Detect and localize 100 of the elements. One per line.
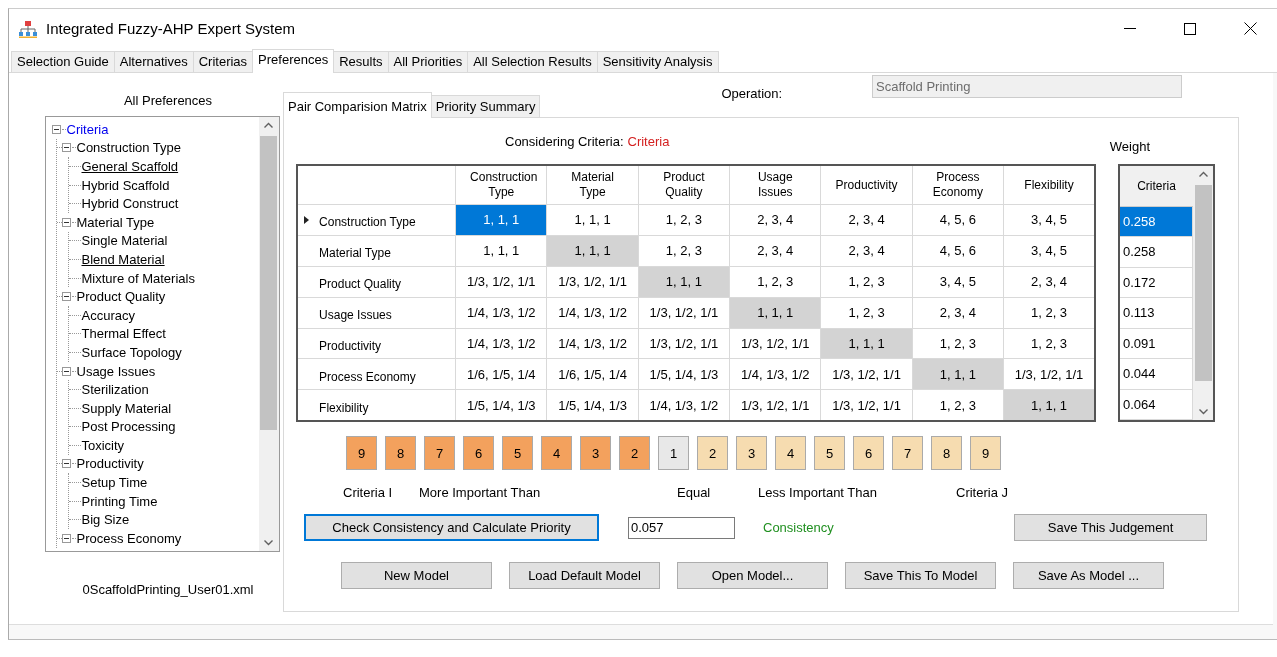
scale-button[interactable]: 1 — [658, 436, 689, 470]
matrix-cell[interactable]: 1/6, 1/5, 1/4 — [455, 359, 547, 390]
tab[interactable]: Sensitivity Analysis — [596, 51, 719, 72]
matrix-cell[interactable]: 1, 1, 1 — [455, 204, 547, 236]
tree-item[interactable]: Setup Time — [80, 475, 149, 491]
column-header[interactable]: Product Quality — [638, 165, 730, 205]
scale-button[interactable]: 6 — [463, 436, 494, 470]
tab[interactable]: All Priorities — [387, 51, 469, 72]
tree-item[interactable]: Printing Time — [80, 493, 159, 509]
matrix-cell[interactable]: 2, 3, 4 — [820, 235, 913, 267]
tab[interactable]: All Selection Results — [467, 51, 598, 72]
tree-item[interactable]: Big Size — [80, 512, 131, 528]
scrollbar[interactable] — [1193, 166, 1213, 420]
collapse-icon[interactable] — [61, 366, 71, 376]
model-button[interactable]: Save This To Model — [845, 562, 996, 589]
tree-item[interactable]: Blend Material — [80, 251, 166, 267]
tree-item[interactable]: Thermal Effect — [80, 326, 167, 342]
tab[interactable]: Alternatives — [113, 51, 194, 72]
tree-item[interactable]: Single Material — [80, 233, 169, 249]
matrix-cell[interactable]: 1/4, 1/3, 1/2 — [546, 297, 639, 329]
model-button[interactable]: Save As Model ... — [1013, 562, 1164, 589]
tab[interactable]: Preferences — [252, 49, 335, 73]
matrix-cell[interactable]: 2, 3, 4 — [912, 297, 1004, 329]
collapse-icon[interactable] — [51, 124, 61, 134]
matrix-cell[interactable]: 1/3, 1/2, 1/1 — [820, 359, 913, 390]
tree-item[interactable]: Toxicity — [80, 437, 126, 453]
tree-item[interactable]: Hybrid Scaffold — [80, 177, 171, 193]
tree-item[interactable]: Criteria — [65, 121, 110, 137]
scroll-thumb[interactable] — [260, 136, 277, 430]
model-button[interactable]: New Model — [341, 562, 492, 589]
model-button[interactable]: Open Model... — [677, 562, 828, 589]
scale-button[interactable]: 4 — [541, 436, 572, 470]
row-header[interactable]: Productivity — [315, 328, 456, 359]
collapse-icon[interactable] — [61, 292, 71, 302]
matrix-cell[interactable]: 1/3, 1/2, 1/1 — [729, 328, 821, 359]
tree-item[interactable]: General Scaffold — [80, 159, 180, 174]
matrix-cell[interactable]: 1/4, 1/3, 1/2 — [455, 328, 547, 359]
scale-button[interactable]: 9 — [970, 436, 1001, 470]
scale-button[interactable]: 8 — [385, 436, 416, 470]
scale-button[interactable]: 7 — [892, 436, 923, 470]
matrix-cell[interactable]: 2, 3, 4 — [729, 204, 821, 236]
tree-item[interactable]: Process Economy — [75, 530, 183, 546]
scale-button[interactable]: 3 — [736, 436, 767, 470]
tree-view[interactable] — [44, 116, 280, 552]
column-header[interactable]: Construction Type — [455, 165, 547, 205]
collapse-icon[interactable] — [61, 143, 71, 153]
row-header[interactable]: Product Quality — [315, 266, 456, 298]
scale-button[interactable]: 9 — [346, 436, 377, 470]
matrix-cell[interactable]: 1/3, 1/2, 1/1 — [546, 266, 639, 298]
collapse-icon[interactable] — [61, 217, 71, 227]
row-header[interactable]: Process Economy — [315, 359, 456, 390]
scale-button[interactable]: 2 — [619, 436, 650, 470]
matrix-cell[interactable]: 1, 1, 1 — [546, 204, 639, 236]
tree-item[interactable]: Usage Issues — [75, 363, 157, 379]
matrix-cell[interactable]: 4, 5, 6 — [912, 204, 1004, 236]
collapse-icon[interactable] — [61, 533, 71, 543]
matrix-cell[interactable]: 3, 4, 5 — [912, 266, 1004, 298]
check-consistency-button[interactable]: Check Consistency and Calculate Priority — [304, 514, 599, 541]
tab[interactable]: Priority Summary — [430, 95, 541, 117]
tree-item[interactable]: Mixture of Materials — [80, 270, 196, 286]
scale-button[interactable]: 3 — [580, 436, 611, 470]
matrix-cell[interactable]: 1, 2, 3 — [729, 266, 821, 298]
scale-button[interactable]: 4 — [775, 436, 806, 470]
consistency-field[interactable]: 0.057 — [628, 516, 735, 539]
tab[interactable]: Selection Guide — [11, 51, 115, 72]
save-judgement-button[interactable]: Save This Judgement — [1014, 514, 1207, 541]
scale-button[interactable]: 5 — [502, 436, 533, 470]
matrix-cell[interactable]: 1/3, 1/2, 1/1 — [638, 328, 730, 359]
column-header[interactable]: Usage Issues — [729, 165, 821, 205]
matrix-cell[interactable]: 1/3, 1/2, 1/1 — [455, 266, 547, 298]
matrix-cell[interactable]: 1, 2, 3 — [638, 204, 730, 236]
tab[interactable]: Criterias — [192, 51, 254, 72]
tree-item[interactable]: Construction Type — [75, 140, 183, 156]
column-header[interactable]: Productivity — [820, 165, 913, 205]
scale-button[interactable]: 8 — [931, 436, 962, 470]
tab[interactable]: Results — [333, 51, 389, 72]
tree-item[interactable]: Surface Topology — [80, 344, 183, 360]
matrix-cell[interactable]: 1/6, 1/5, 1/4 — [546, 359, 639, 390]
tree-item[interactable]: Supply Material — [80, 400, 173, 416]
matrix-cell[interactable]: 1/4, 1/3, 1/2 — [729, 359, 821, 390]
tab[interactable]: Pair Comparision Matrix — [283, 92, 432, 118]
matrix-cell[interactable]: 1, 2, 3 — [638, 235, 730, 267]
column-header[interactable]: Process Economy — [912, 165, 1004, 205]
matrix-cell[interactable]: 1/3, 1/2, 1/1 — [638, 297, 730, 329]
scrollbar[interactable] — [258, 117, 279, 551]
matrix-cell[interactable]: 1, 2, 3 — [820, 266, 913, 298]
scale-button[interactable]: 7 — [424, 436, 455, 470]
matrix-cell[interactable]: 1, 2, 3 — [820, 297, 913, 329]
tree-item[interactable]: Accuracy — [80, 307, 136, 323]
tree-item[interactable]: Productivity — [75, 456, 145, 472]
row-header[interactable]: Construction Type — [315, 204, 456, 236]
scale-button[interactable]: 6 — [853, 436, 884, 470]
row-header[interactable]: Material Type — [315, 235, 456, 267]
matrix-cell[interactable]: 4, 5, 6 — [912, 235, 1004, 267]
matrix-cell[interactable]: 1/4, 1/3, 1/2 — [546, 328, 639, 359]
matrix-cell[interactable]: 1/5, 1/4, 1/3 — [638, 359, 730, 390]
weight-cell[interactable]: 0.258 — [1120, 206, 1193, 238]
collapse-icon[interactable] — [61, 459, 71, 469]
tree-item[interactable]: Hybrid Construct — [80, 196, 180, 212]
row-header[interactable]: Usage Issues — [315, 297, 456, 329]
